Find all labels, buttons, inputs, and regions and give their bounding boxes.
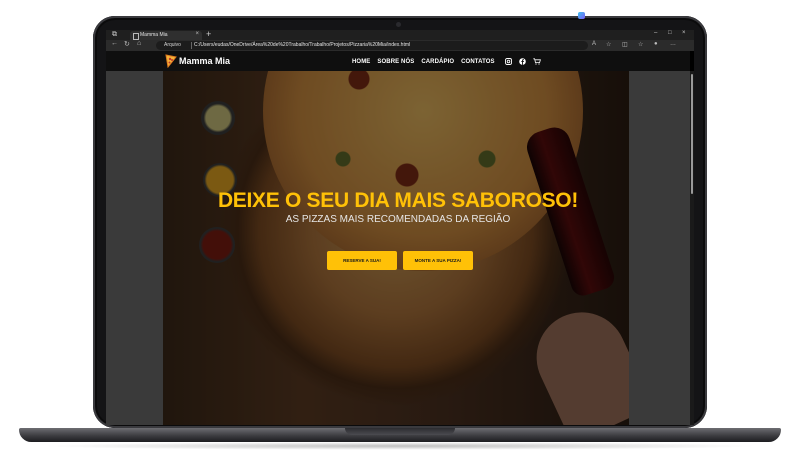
more-options-icon[interactable]: … — [670, 41, 676, 47]
menu-item-cardapio[interactable]: CARDÁPIO — [421, 59, 454, 65]
url-separator — [191, 42, 192, 49]
instagram-icon[interactable] — [504, 58, 512, 65]
maximize-button[interactable]: □ — [668, 30, 672, 36]
url-text: C:/Users/eudas/OneDrive/Área%20de%20Trab… — [194, 42, 411, 48]
close-tab-icon[interactable]: × — [195, 31, 199, 37]
main-menu: HOME SOBRE NÓS CARDÁPIO CONTATOS — [352, 58, 541, 65]
laptop-lid: ⧉ Mamma Mia × + – □ × ← ↻ ⌂ Arquivo C:/U… — [93, 16, 707, 428]
favorite-star-icon[interactable]: ☆ — [606, 41, 611, 48]
browser-tab-bar: ⧉ Mamma Mia × + – □ × — [106, 30, 694, 40]
copilot-icon[interactable] — [578, 12, 585, 19]
hero-background-image — [163, 71, 655, 425]
minimize-button[interactable]: – — [654, 30, 657, 36]
webcam — [396, 22, 401, 27]
hero-right-shade — [629, 71, 690, 425]
home-icon[interactable]: ⌂ — [137, 40, 141, 47]
site-logo-text[interactable]: Mamma Mia — [179, 56, 230, 66]
hero-left-shade — [106, 71, 163, 425]
url-field[interactable]: Arquivo C:/Users/eudas/OneDrive/Área%20d… — [156, 41, 588, 50]
workspaces-icon[interactable]: ⧉ — [112, 31, 117, 39]
read-aloud-icon[interactable]: A — [592, 41, 596, 47]
site-navbar: Mamma Mia HOME SOBRE NÓS CARDÁPIO CONTAT… — [106, 51, 690, 71]
browser-tab[interactable]: Mamma Mia × — [130, 31, 202, 40]
page-favicon-icon — [133, 33, 139, 40]
favorites-icon[interactable]: ☆ — [638, 41, 643, 48]
split-screen-icon[interactable]: ◫ — [622, 41, 628, 48]
cart-icon[interactable] — [532, 58, 541, 65]
facebook-icon[interactable] — [518, 58, 526, 65]
hero-subtitle: AS PIZZAS MAIS RECOMENDADAS DA REGIÃO — [285, 214, 511, 225]
hero-dark-overlay — [163, 71, 629, 425]
refresh-icon[interactable]: ↻ — [124, 40, 130, 48]
pizza-logo-icon[interactable] — [164, 54, 178, 68]
hero-title: DEIXE O SEU DIA MAIS SABOROSO! — [217, 189, 579, 212]
menu-item-contatos[interactable]: CONTATOS — [461, 59, 494, 65]
laptop-notch — [345, 428, 455, 435]
profile-icon[interactable]: ● — [654, 41, 658, 47]
laptop-screen: ⧉ Mamma Mia × + – □ × ← ↻ ⌂ Arquivo C:/U… — [106, 30, 694, 425]
laptop-shadow — [40, 442, 760, 450]
menu-item-home[interactable]: HOME — [352, 59, 370, 65]
close-window-button[interactable]: × — [682, 30, 686, 36]
build-pizza-button[interactable]: MONTE A SUA PIZZA! — [403, 251, 473, 270]
hero-section: DEIXE O SEU DIA MAIS SABOROSO! AS PIZZAS… — [106, 71, 690, 425]
tab-title: Mamma Mia — [140, 32, 168, 38]
file-protocol-label: Arquivo — [164, 42, 181, 48]
browser-address-bar: ← ↻ ⌂ Arquivo C:/Users/eudas/OneDrive/Ár… — [106, 40, 694, 51]
back-icon[interactable]: ← — [111, 40, 118, 47]
new-tab-button[interactable]: + — [206, 30, 211, 39]
reserve-button[interactable]: RESERVE A SUA! — [327, 251, 397, 270]
menu-item-sobre-nos[interactable]: SOBRE NÓS — [377, 59, 414, 65]
social-links — [504, 58, 541, 65]
scrollbar-thumb[interactable] — [691, 74, 693, 194]
